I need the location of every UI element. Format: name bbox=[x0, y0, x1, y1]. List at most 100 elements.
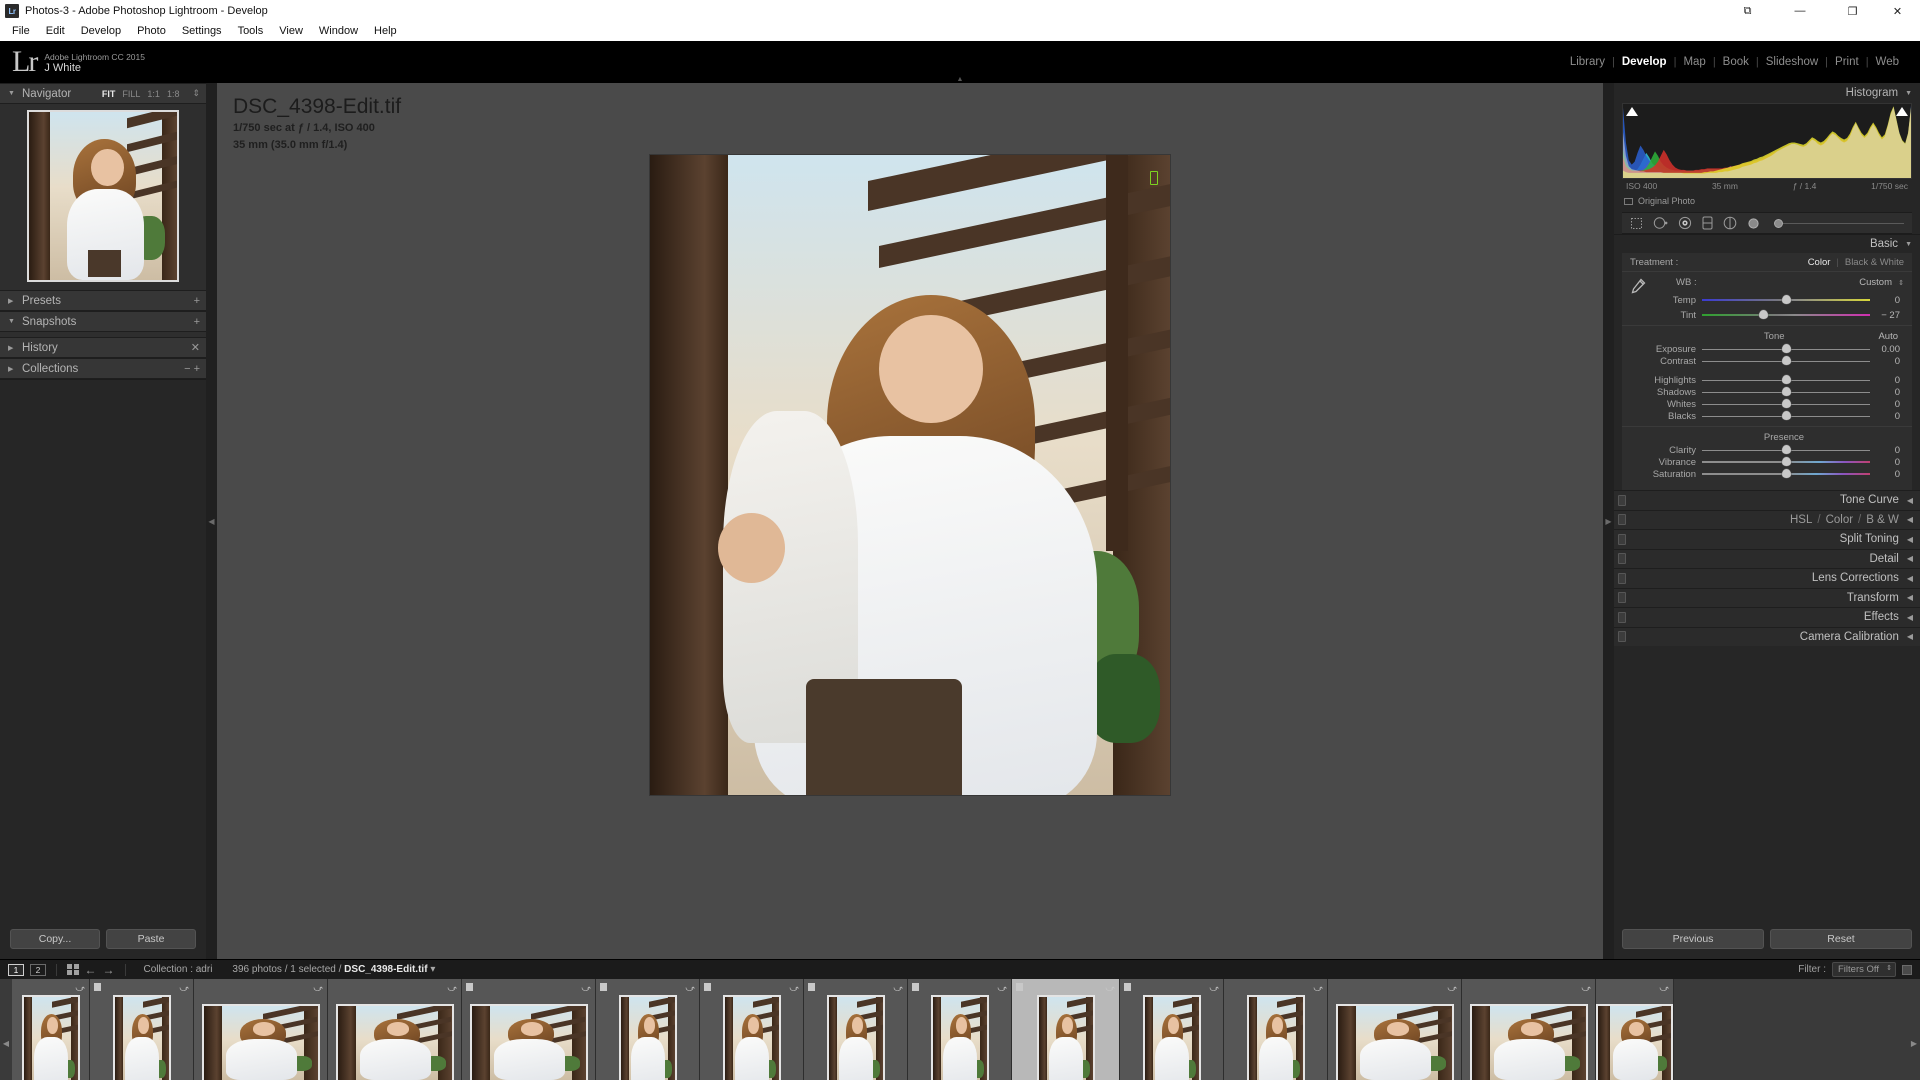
left-panel-collapse-arrow[interactable]: ◀ bbox=[206, 83, 217, 959]
collections-actions-icon[interactable]: − + bbox=[184, 363, 200, 375]
slider-exposure[interactable]: Exposure 0.00 bbox=[1630, 343, 1904, 355]
forward-arrow-icon[interactable]: → bbox=[103, 963, 115, 977]
module-web[interactable]: Web bbox=[1869, 56, 1906, 68]
menu-item-develop[interactable]: Develop bbox=[73, 22, 129, 41]
add-snapshot-icon[interactable]: + bbox=[194, 316, 200, 328]
thumbnail-image[interactable] bbox=[618, 995, 677, 1080]
filmstrip-thumbnail[interactable]: ⤻ bbox=[90, 979, 194, 1080]
thumbnail-image[interactable] bbox=[335, 1004, 454, 1080]
rotate-icon[interactable]: ⤻ bbox=[685, 983, 695, 994]
rotate-icon[interactable]: ⤻ bbox=[1659, 983, 1669, 994]
previous-button[interactable]: Previous bbox=[1622, 929, 1764, 949]
collection-label[interactable]: Collection : adri bbox=[144, 964, 213, 975]
filmstrip-thumbnail-selected[interactable]: ⤻ bbox=[1012, 979, 1120, 1080]
menu-item-edit[interactable]: Edit bbox=[38, 22, 73, 41]
slider-tint[interactable]: Tint − 27 bbox=[1630, 309, 1904, 321]
detail-switch-icon[interactable] bbox=[1618, 553, 1626, 565]
histogram-chart[interactable] bbox=[1622, 103, 1912, 179]
filmstrip-thumbnail[interactable]: ⧉⤻ bbox=[1224, 979, 1328, 1080]
rotate-icon[interactable]: ⤻ bbox=[75, 983, 85, 994]
bw-title[interactable]: B & W bbox=[1866, 514, 1899, 526]
slider-shadows-value[interactable]: 0 bbox=[1870, 387, 1904, 398]
slider-blacks-value[interactable]: 0 bbox=[1870, 411, 1904, 422]
chevron-down-icon[interactable]: ▼ bbox=[8, 90, 15, 97]
zoom-fit[interactable]: FIT bbox=[102, 89, 116, 99]
slider-temp-value[interactable]: 0 bbox=[1870, 295, 1904, 306]
zoom-fill[interactable]: FILL bbox=[122, 89, 140, 99]
module-slideshow[interactable]: Slideshow bbox=[1759, 56, 1825, 68]
panel-tone-curve[interactable]: Tone Curve ◀ bbox=[1614, 490, 1920, 510]
zoom-1-8[interactable]: 1:8 bbox=[167, 89, 180, 99]
copy-button[interactable]: Copy... bbox=[10, 929, 100, 949]
histogram-header[interactable]: Histogram ▼ bbox=[1614, 83, 1920, 103]
rotate-icon[interactable]: ⤻ bbox=[1313, 983, 1323, 994]
sidebar-item-presets[interactable]: ▶ Presets + bbox=[0, 290, 206, 311]
chevron-left-icon[interactable]: ◀ bbox=[1907, 613, 1913, 622]
chevron-right-icon[interactable]: ▶ bbox=[8, 365, 13, 373]
wb-preset-row[interactable]: WB : Custom ⇕ bbox=[1630, 276, 1904, 289]
thumbnail-image[interactable] bbox=[1469, 1004, 1588, 1080]
rotate-icon[interactable]: ⤻ bbox=[1581, 983, 1591, 994]
slider-saturation-value[interactable]: 0 bbox=[1870, 469, 1904, 480]
transform-switch-icon[interactable] bbox=[1618, 592, 1626, 604]
sidebar-item-snapshots[interactable]: ▼ Snapshots + bbox=[0, 311, 206, 332]
chevron-down-icon[interactable]: ▼ bbox=[1905, 241, 1912, 248]
filmstrip-next-arrow[interactable]: ▶ bbox=[1908, 1039, 1920, 1048]
chevron-left-icon[interactable]: ◀ bbox=[1907, 515, 1913, 524]
filmstrip-thumbnail[interactable]: ⤻ bbox=[700, 979, 804, 1080]
filmstrip-thumbnail[interactable]: ⤻ bbox=[1462, 979, 1596, 1080]
panel-detail[interactable]: Detail ◀ bbox=[1614, 548, 1920, 568]
menu-item-tools[interactable]: Tools bbox=[230, 22, 272, 41]
image-stage[interactable] bbox=[217, 153, 1603, 960]
slider-contrast-track[interactable] bbox=[1702, 355, 1870, 367]
filmstrip-thumbnail[interactable]: ⤻ bbox=[1596, 979, 1674, 1080]
slider-saturation[interactable]: Saturation 0 bbox=[1630, 468, 1904, 480]
slider-vibrance-value[interactable]: 0 bbox=[1870, 457, 1904, 468]
rotate-icon[interactable]: ⤻ bbox=[997, 983, 1007, 994]
reset-button[interactable]: Reset bbox=[1770, 929, 1912, 949]
panel-lens-corrections[interactable]: Lens Corrections ◀ bbox=[1614, 568, 1920, 588]
chevron-down-icon[interactable]: ▼ bbox=[1905, 90, 1912, 97]
rotate-icon[interactable]: ⤻ bbox=[179, 983, 189, 994]
sidebar-item-collections[interactable]: ▶ Collections − + bbox=[0, 358, 206, 379]
panel-camera-calibration[interactable]: Camera Calibration ◀ bbox=[1614, 626, 1920, 646]
thumbnail-image[interactable] bbox=[826, 995, 885, 1080]
hsl-title[interactable]: HSL bbox=[1790, 514, 1812, 526]
module-book[interactable]: Book bbox=[1716, 56, 1756, 68]
rotate-icon[interactable]: ⤻ bbox=[1105, 983, 1115, 994]
slider-whites[interactable]: Whites 0 bbox=[1630, 398, 1904, 410]
highlight-clipping-indicator[interactable] bbox=[1150, 170, 1158, 185]
red-eye-icon[interactable] bbox=[1678, 216, 1692, 230]
maximize-button[interactable]: ❐ bbox=[1830, 0, 1875, 22]
restore-down-icon[interactable]: ⧉ bbox=[1725, 0, 1770, 22]
chevron-left-icon[interactable]: ◀ bbox=[1907, 574, 1913, 583]
slider-temp-track[interactable] bbox=[1702, 294, 1870, 306]
flag-icon[interactable] bbox=[912, 983, 919, 991]
chevron-down-icon[interactable]: ▼ bbox=[8, 318, 15, 325]
filmstrip-thumbnail[interactable]: ⤻ bbox=[596, 979, 700, 1080]
slider-whites-track[interactable] bbox=[1702, 398, 1870, 410]
treatment-color-option[interactable]: Color bbox=[1808, 257, 1831, 268]
color-title[interactable]: Color bbox=[1826, 514, 1853, 526]
navigator-header[interactable]: ▼ Navigator FIT FILL 1:1 1:8 ⇕ bbox=[0, 83, 206, 104]
chevron-left-icon[interactable]: ◀ bbox=[1907, 554, 1913, 563]
menu-item-window[interactable]: Window bbox=[311, 22, 366, 41]
slider-blacks[interactable]: Blacks 0 bbox=[1630, 410, 1904, 422]
paste-button[interactable]: Paste bbox=[106, 929, 196, 949]
module-print[interactable]: Print bbox=[1828, 56, 1866, 68]
tone-curve-switch-icon[interactable] bbox=[1618, 494, 1626, 506]
grid-view-icon[interactable] bbox=[67, 963, 79, 976]
original-photo-toggle[interactable]: Original Photo bbox=[1614, 191, 1920, 210]
slider-clarity-value[interactable]: 0 bbox=[1870, 445, 1904, 456]
menu-item-photo[interactable]: Photo bbox=[129, 22, 174, 41]
menu-item-view[interactable]: View bbox=[271, 22, 311, 41]
slider-highlights[interactable]: Highlights 0 bbox=[1630, 374, 1904, 386]
slider-clarity[interactable]: Clarity 0 bbox=[1630, 444, 1904, 456]
graduated-filter-icon[interactable] bbox=[1702, 216, 1713, 230]
rotate-icon[interactable]: ⤻ bbox=[447, 983, 457, 994]
identity-plate[interactable]: Lr Adobe Lightroom CC 2015 J White bbox=[12, 47, 145, 77]
zoom-1-1[interactable]: 1:1 bbox=[147, 89, 160, 99]
filmstrip-thumbnail[interactable]: ⧉⤻ bbox=[194, 979, 328, 1080]
slider-temp[interactable]: Temp 0 bbox=[1630, 294, 1904, 306]
filmstrip-thumbnail[interactable]: ⤻ bbox=[1328, 979, 1462, 1080]
